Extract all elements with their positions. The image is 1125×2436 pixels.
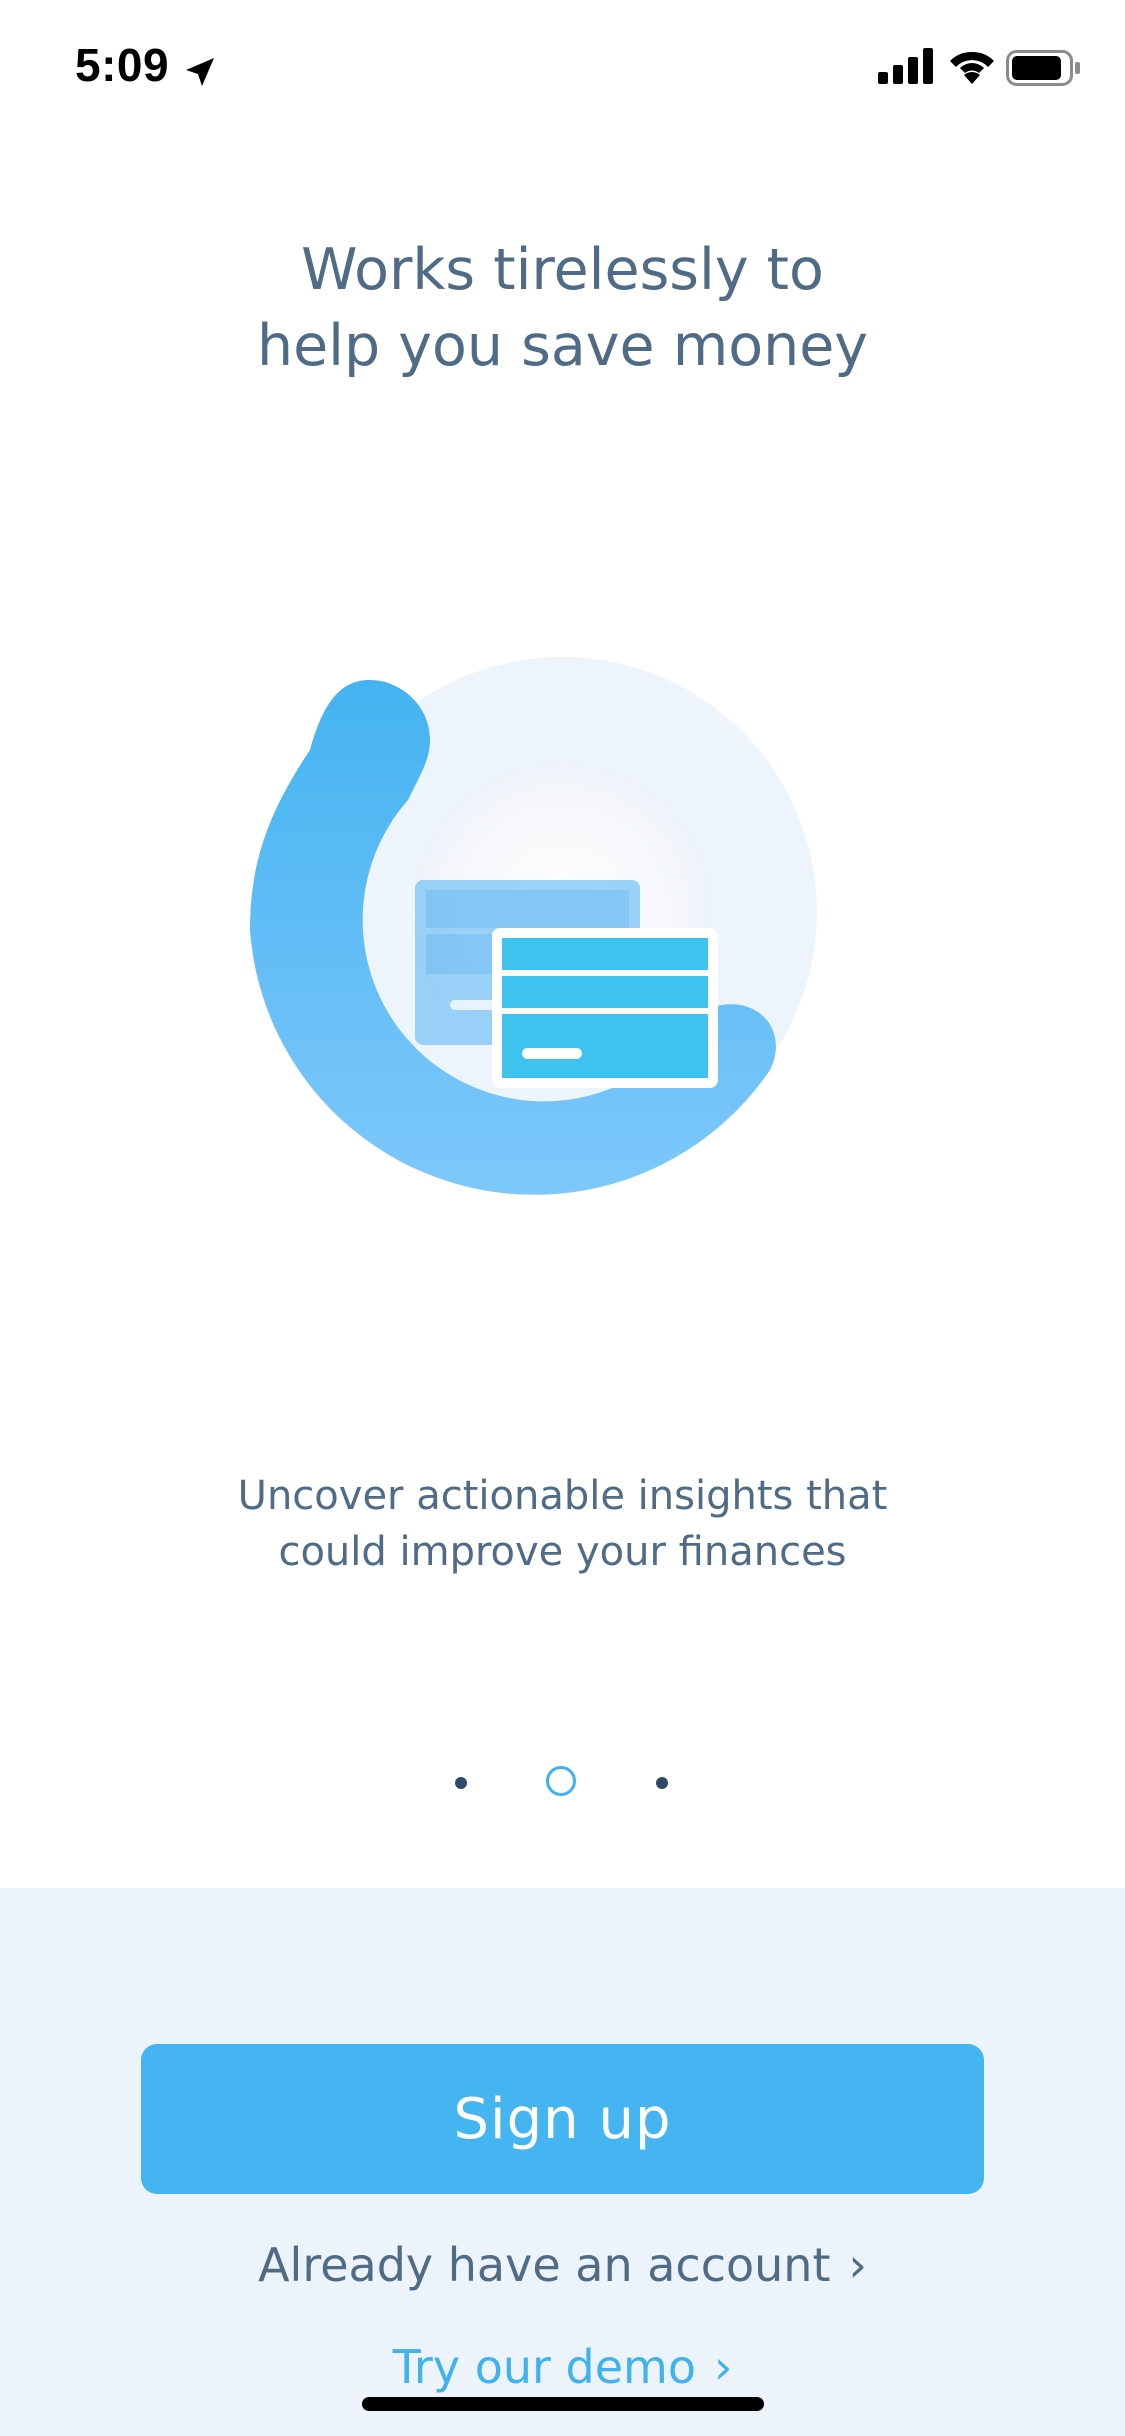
- page-dot-2-active[interactable]: [546, 1766, 576, 1796]
- page-indicator[interactable]: [0, 1762, 1125, 1802]
- bottom-action-panel: Sign up Already have an account › Try our…: [0, 1888, 1125, 2436]
- signup-label: Sign up: [453, 2086, 672, 2152]
- front-card-icon: [492, 928, 718, 1088]
- status-bar: 5:09: [0, 0, 1125, 140]
- home-indicator[interactable]: [362, 2397, 764, 2411]
- demo-label: Try our demo: [392, 2340, 696, 2394]
- onboarding-title: Works tirelessly to help you save money: [256, 237, 869, 379]
- login-label: Already have an account: [258, 2238, 831, 2292]
- chevron-right-icon: ›: [848, 2238, 867, 2292]
- wifi-icon: [950, 51, 994, 84]
- page-dot-3[interactable]: [656, 1777, 668, 1789]
- savings-illustration: [250, 657, 817, 1195]
- signup-button[interactable]: Sign up: [141, 2044, 984, 2194]
- demo-link[interactable]: Try our demo ›: [0, 2340, 1125, 2394]
- chevron-right-icon: ›: [713, 2340, 733, 2394]
- location-arrow-icon: [186, 58, 214, 86]
- page-dot-1[interactable]: [455, 1777, 467, 1789]
- status-time: 5:09: [75, 39, 170, 91]
- battery-icon: [1006, 50, 1080, 86]
- onboarding-subtitle: Uncover actionable insights that could i…: [237, 1473, 888, 1575]
- login-link[interactable]: Already have an account ›: [0, 2238, 1125, 2292]
- cellular-signal-icon: [878, 48, 933, 84]
